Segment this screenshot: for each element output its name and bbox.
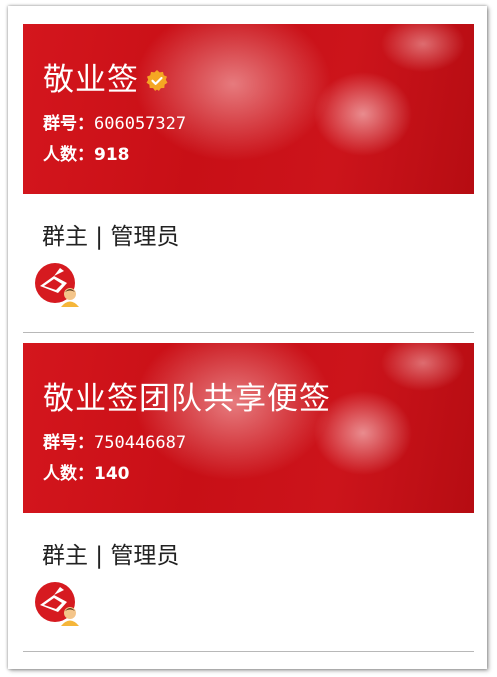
- card-divider: [23, 651, 474, 652]
- group-card[interactable]: 敬业签团队共享便签 群号：750446687 人数：140 群主 | 管理员: [23, 343, 474, 626]
- group-roles: 群主 | 管理员: [42, 224, 180, 250]
- group-id-value: 606057327: [94, 114, 187, 134]
- verified-badge-icon: [145, 69, 169, 93]
- group-card[interactable]: 敬业签 群号：606057327 人数：918 群主 | 管理员: [23, 24, 474, 307]
- group-banner[interactable]: 敬业签 群号：606057327 人数：918: [23, 24, 474, 194]
- group-name: 敬业签: [43, 62, 139, 98]
- member-count-label: 人数：: [43, 145, 94, 165]
- member-count-label: 人数：: [43, 464, 94, 484]
- owner-avatar-icon[interactable]: [34, 581, 80, 627]
- group-list-panel: 敬业签 群号：606057327 人数：918 群主 | 管理员 敬业签团队共享…: [8, 6, 487, 669]
- group-name: 敬业签团队共享便签: [43, 381, 331, 417]
- member-count-value: 918: [94, 145, 130, 165]
- member-count-row: 人数：140: [43, 463, 130, 485]
- group-banner[interactable]: 敬业签团队共享便签 群号：750446687 人数：140: [23, 343, 474, 513]
- group-title-row: 敬业签: [43, 60, 169, 100]
- owner-avatar-icon[interactable]: [34, 262, 80, 308]
- group-id-label: 群号：: [43, 433, 94, 453]
- group-roles: 群主 | 管理员: [42, 543, 180, 569]
- card-divider: [23, 332, 474, 333]
- member-count-value: 140: [94, 464, 130, 484]
- group-title-row: 敬业签团队共享便签: [43, 379, 331, 419]
- group-id-value: 750446687: [94, 433, 187, 453]
- group-id-row: 群号：750446687: [43, 432, 186, 454]
- member-count-row: 人数：918: [43, 144, 130, 166]
- group-id-row: 群号：606057327: [43, 113, 186, 135]
- group-id-label: 群号：: [43, 114, 94, 134]
